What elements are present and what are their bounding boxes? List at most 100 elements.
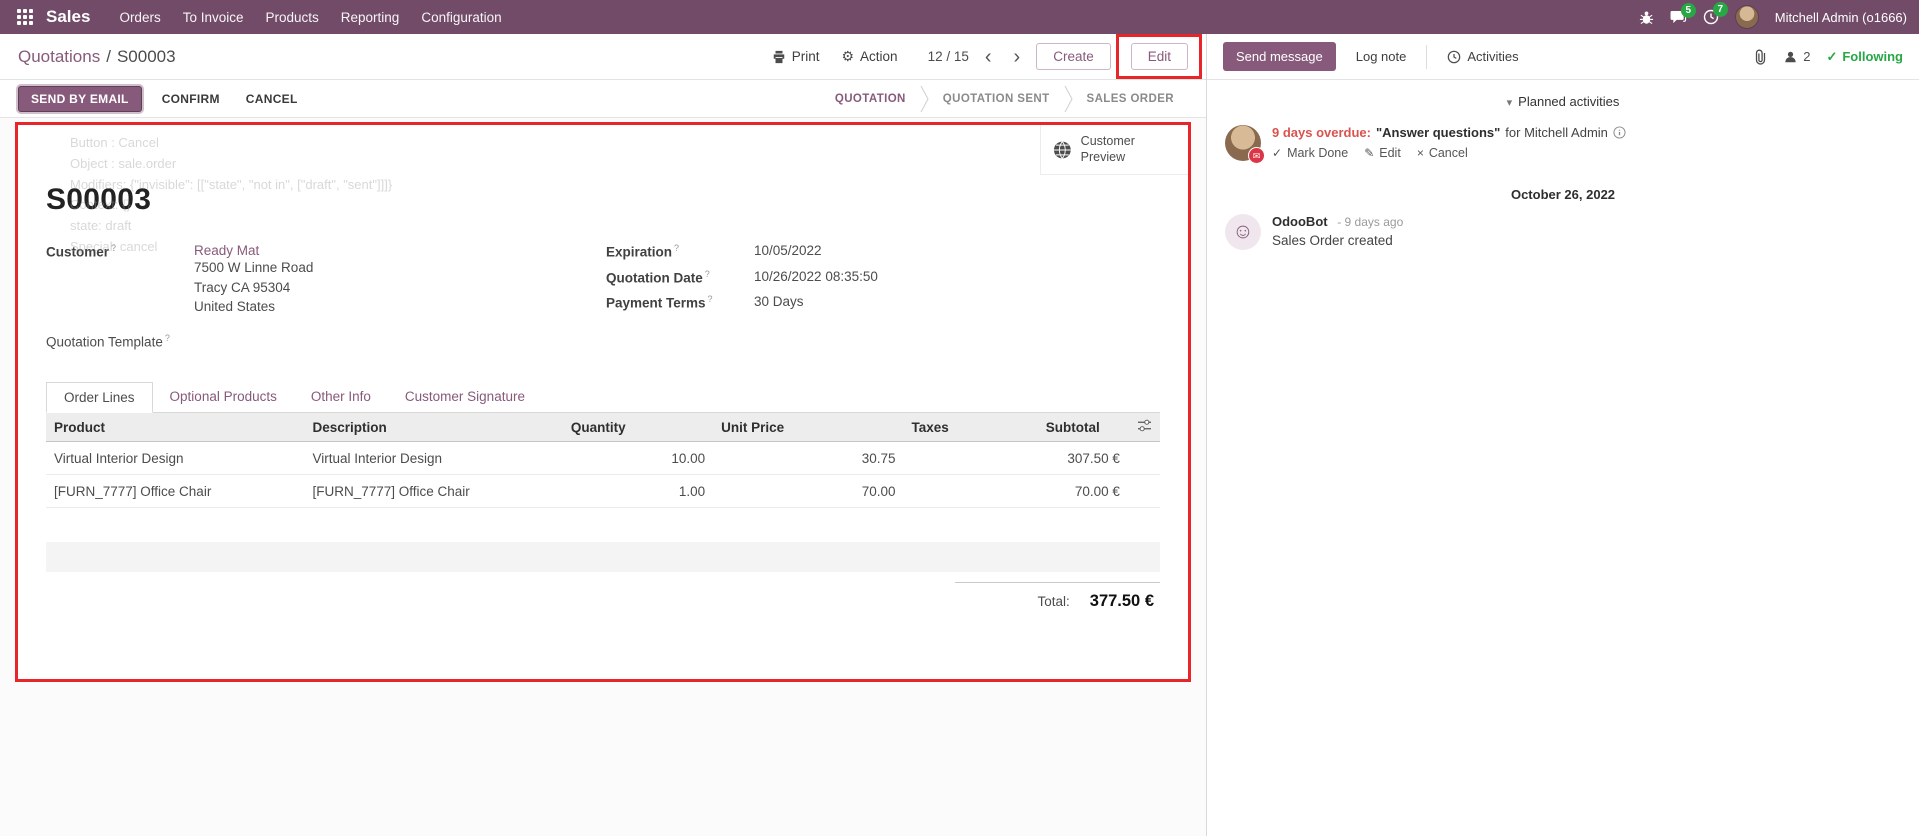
breadcrumb-quotations[interactable]: Quotations	[18, 47, 100, 67]
debug-bug-icon[interactable]	[1639, 10, 1654, 25]
message-timestamp: - 9 days ago	[1337, 215, 1403, 229]
tab-optional-products[interactable]: Optional Products	[153, 382, 294, 412]
date-separator: October 26, 2022	[1225, 187, 1901, 202]
status-quotation-sent[interactable]: QUOTATION SENT	[929, 93, 1064, 105]
customer-preview-button[interactable]: Customer Preview	[1040, 125, 1188, 175]
menu-reporting[interactable]: Reporting	[330, 2, 411, 33]
info-icon[interactable]	[1613, 126, 1626, 139]
pager-previous-button[interactable]: ‹	[979, 47, 998, 67]
field-grid: Customer? Ready Mat 7500 W Linne Road Tr…	[46, 243, 1160, 358]
followers-button[interactable]: 2	[1783, 49, 1810, 64]
order-line-row[interactable]: Virtual Interior Design Virtual Interior…	[46, 442, 1160, 475]
print-button[interactable]: Print	[766, 44, 826, 69]
help-marker: ?	[674, 243, 679, 253]
action-button[interactable]: ⚙ Action	[835, 43, 903, 70]
cell-product: [FURN_7777] Office Chair	[46, 475, 304, 508]
activity-edit-label: Edit	[1379, 146, 1401, 160]
tab-order-lines[interactable]: Order Lines	[46, 382, 153, 413]
planned-activities-title: Planned activities	[1518, 94, 1619, 109]
cell-description: Virtual Interior Design	[304, 442, 562, 475]
schedule-activity-button[interactable]: Activities	[1439, 42, 1526, 71]
top-navbar: Sales Orders To Invoice Products Reporti…	[0, 0, 1919, 34]
expiration-field-value[interactable]: 10/05/2022	[754, 243, 822, 260]
chevron-right-icon: ›	[1014, 46, 1021, 68]
cancel-button[interactable]: CANCEL	[240, 87, 304, 111]
cell-quantity: 10.00	[563, 442, 713, 475]
table-header-row: Product Description Quantity Unit Price …	[46, 413, 1160, 442]
check-icon: ✓	[1272, 146, 1282, 160]
form-view: Customer Preview Button : Cancel Object …	[0, 118, 1206, 836]
control-panel-actions: Print ⚙ Action 12 / 15 ‹ › Create Edit	[766, 43, 1188, 70]
send-message-button[interactable]: Send message	[1223, 42, 1336, 71]
help-marker: ?	[705, 269, 710, 279]
notebook-tabs: Order Lines Optional Products Other Info…	[46, 382, 1160, 413]
create-button[interactable]: Create	[1036, 43, 1111, 70]
edit-button[interactable]: Edit	[1131, 43, 1188, 70]
tab-other-info[interactable]: Other Info	[294, 382, 388, 412]
col-header-subtotal[interactable]: Subtotal	[1038, 413, 1128, 442]
messages-button[interactable]: 5	[1670, 10, 1687, 25]
breadcrumb-separator: /	[106, 47, 111, 67]
log-note-button[interactable]: Log note	[1348, 42, 1415, 71]
activity-cancel-button[interactable]: ×Cancel	[1417, 146, 1468, 160]
printer-icon	[772, 50, 786, 64]
col-header-unit-price[interactable]: Unit Price	[713, 413, 903, 442]
total-value: 377.50 €	[1090, 592, 1154, 611]
payment-terms-field-label: Payment Terms?	[606, 294, 754, 311]
help-marker: ?	[165, 333, 170, 343]
user-menu[interactable]: Mitchell Admin (o1666)	[1775, 10, 1907, 25]
attachments-button[interactable]	[1753, 49, 1767, 65]
cell-description: [FURN_7777] Office Chair	[304, 475, 562, 508]
action-label: Action	[860, 49, 898, 64]
breadcrumb: Quotations / S00003	[18, 47, 176, 67]
quotation-date-field-value[interactable]: 10/26/2022 08:35:50	[754, 269, 878, 286]
planned-activities-header[interactable]: ▾ Planned activities	[1225, 94, 1901, 109]
customer-link[interactable]: Ready Mat	[194, 243, 313, 258]
clock-icon	[1447, 50, 1461, 64]
mark-done-button[interactable]: ✓Mark Done	[1272, 146, 1348, 160]
help-marker: ?	[708, 294, 713, 304]
print-label: Print	[792, 49, 820, 64]
menu-configuration[interactable]: Configuration	[410, 2, 512, 33]
breadcrumb-current: S00003	[117, 47, 176, 67]
form-pane: Quotations / S00003 Print ⚙ Action 12 / …	[0, 34, 1207, 836]
customer-address-line: Tracy CA 95304	[194, 278, 313, 298]
user-avatar[interactable]	[1735, 5, 1759, 29]
chatter-icons: 2 ✓ Following	[1753, 49, 1903, 65]
col-header-description[interactable]: Description	[304, 413, 562, 442]
order-line-row[interactable]: [FURN_7777] Office Chair [FURN_7777] Off…	[46, 475, 1160, 508]
empty-table-row-striped	[46, 542, 1160, 572]
apps-grid-icon[interactable]	[12, 4, 38, 30]
menu-to-invoice[interactable]: To Invoice	[172, 2, 255, 33]
confirm-button[interactable]: CONFIRM	[156, 87, 226, 111]
app-brand-sales[interactable]: Sales	[46, 7, 90, 27]
message-content: OdooBot - 9 days ago Sales Order created	[1272, 214, 1403, 250]
chatter-topbar: Send message Log note Activities 2 ✓ Fol…	[1207, 34, 1919, 80]
customer-field-label: Customer?	[46, 243, 194, 317]
col-header-product[interactable]: Product	[46, 413, 304, 442]
customer-preview-label: Customer Preview	[1081, 134, 1176, 165]
gear-icon: ⚙	[841, 48, 854, 65]
paperclip-icon	[1753, 49, 1767, 65]
tab-customer-signature[interactable]: Customer Signature	[388, 382, 542, 412]
send-by-email-button[interactable]: SEND BY EMAIL	[18, 86, 142, 112]
menu-products[interactable]: Products	[255, 2, 330, 33]
quotation-date-field-label: Quotation Date?	[606, 269, 754, 286]
status-arrow-separator	[920, 84, 929, 114]
caret-down-icon: ▾	[1507, 97, 1513, 109]
payment-terms-field-value[interactable]: 30 Days	[754, 294, 804, 311]
col-header-taxes[interactable]: Taxes	[904, 413, 1038, 442]
activity-edit-button[interactable]: ✎Edit	[1364, 146, 1401, 160]
activities-systray-button[interactable]: 7	[1703, 9, 1719, 25]
pager-next-button[interactable]: ›	[1008, 47, 1027, 67]
menu-orders[interactable]: Orders	[108, 2, 171, 33]
following-label: Following	[1842, 49, 1903, 64]
col-header-quantity[interactable]: Quantity	[563, 413, 713, 442]
status-sales-order[interactable]: SALES ORDER	[1073, 93, 1188, 105]
following-button[interactable]: ✓ Following	[1826, 49, 1903, 65]
message-author[interactable]: OdooBot	[1272, 214, 1328, 229]
status-pipeline: QUOTATION QUOTATION SENT SALES ORDER	[821, 80, 1188, 117]
optional-columns-button[interactable]	[1128, 413, 1160, 442]
empty-table-row	[46, 508, 1160, 542]
status-quotation[interactable]: QUOTATION	[821, 93, 920, 105]
